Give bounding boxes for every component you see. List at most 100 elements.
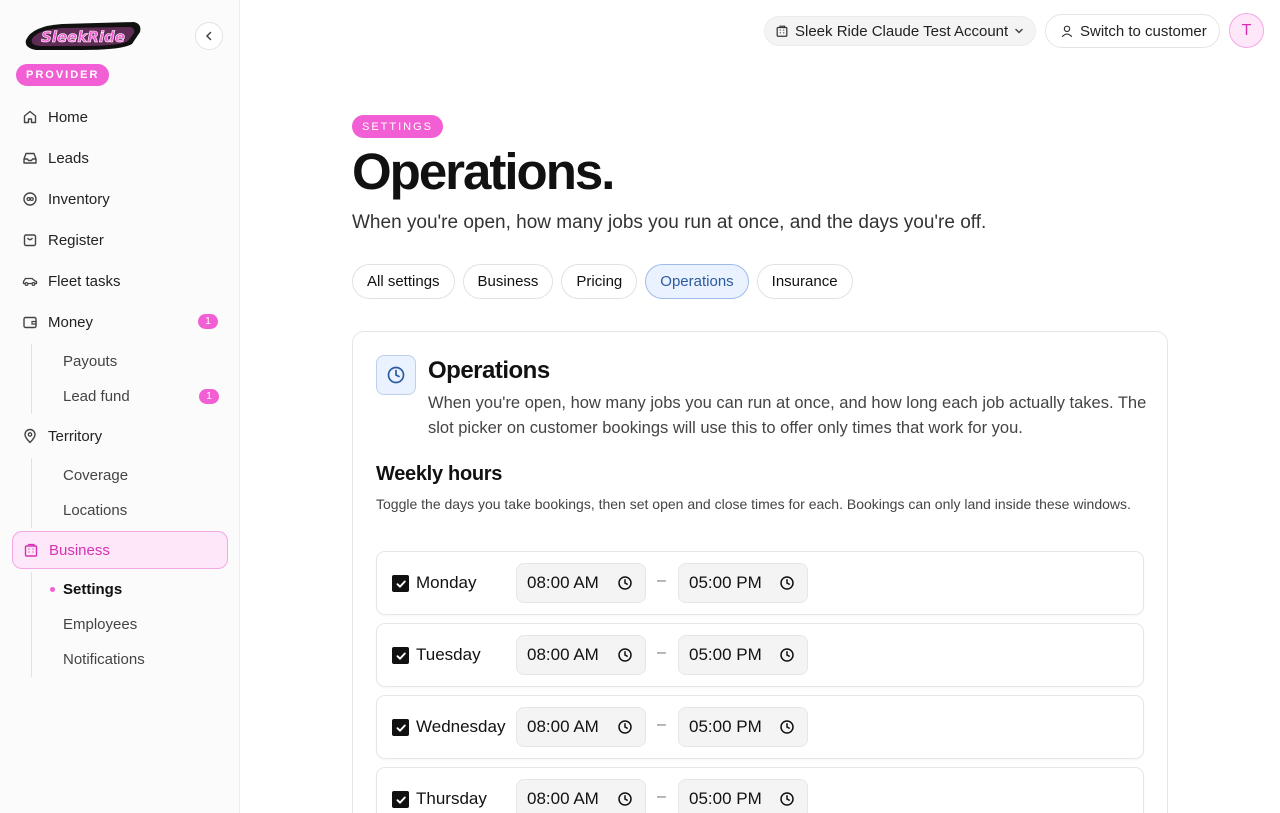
day-enabled-checkbox[interactable] xyxy=(392,791,409,808)
weekly-hours-title: Weekly hours xyxy=(376,463,503,485)
close-time-input[interactable]: 05:00 PM xyxy=(678,635,808,675)
clock-icon xyxy=(376,355,416,395)
notification-count-badge: 1 xyxy=(198,314,218,329)
time-value: 08:00 AM xyxy=(527,717,599,736)
day-row-wednesday: Wednesday 08:00 AM – 05:00 PM xyxy=(376,695,1144,759)
sidebar-item-lead-fund[interactable]: Lead fund 1 xyxy=(32,379,228,414)
sidebar-item-employees[interactable]: Employees xyxy=(32,607,228,642)
money-subnav: Payouts Lead fund 1 xyxy=(31,344,228,414)
sidebar-item-label: Lead fund xyxy=(63,388,130,405)
inbox-icon xyxy=(22,150,38,166)
time-range-separator: – xyxy=(657,788,666,805)
car-icon xyxy=(22,273,38,289)
day-row-tuesday: Tuesday 08:00 AM – 05:00 PM xyxy=(376,623,1144,687)
chevron-left-icon xyxy=(205,31,212,41)
clock-icon xyxy=(779,791,795,807)
time-range-separator: – xyxy=(657,572,666,589)
tab-insurance[interactable]: Insurance xyxy=(756,264,853,299)
sidebar-item-label: Payouts xyxy=(63,353,118,370)
tab-business[interactable]: Business xyxy=(462,264,554,299)
sidebar-item-business[interactable]: Business xyxy=(12,531,228,569)
user-icon xyxy=(1060,24,1074,38)
card-title: Operations xyxy=(428,357,550,384)
tab-operations[interactable]: Operations xyxy=(645,264,749,299)
checkmark-icon xyxy=(396,724,406,732)
sleekride-logo[interactable]: SleekRide xyxy=(22,18,144,54)
day-enabled-checkbox[interactable] xyxy=(392,575,409,592)
operations-card: Operations When you're open, how many jo… xyxy=(352,331,1168,813)
day-enabled-checkbox[interactable] xyxy=(392,647,409,664)
sidebar-item-label: Fleet tasks xyxy=(48,272,121,290)
close-time-input[interactable]: 05:00 PM xyxy=(678,707,808,747)
sidebar-item-label: Leads xyxy=(48,149,89,167)
sidebar-item-label: Territory xyxy=(48,427,103,445)
time-range-separator: – xyxy=(657,716,666,733)
card-description: When you're open, how many jobs you can … xyxy=(428,394,1147,437)
open-time-input[interactable]: 08:00 AM xyxy=(516,779,646,813)
day-name: Tuesday xyxy=(416,645,481,664)
map-pin-icon xyxy=(22,428,38,444)
sidebar: SleekRide PROVIDER Home Leads Inventory … xyxy=(0,0,240,813)
sidebar-item-territory[interactable]: Territory xyxy=(12,417,228,455)
territory-subnav: Coverage Locations xyxy=(31,458,228,528)
sidebar-item-settings[interactable]: Settings xyxy=(32,572,228,607)
switch-to-customer-button[interactable]: Switch to customer xyxy=(1045,14,1220,48)
collapse-sidebar-button[interactable] xyxy=(195,22,223,50)
open-time-input[interactable]: 08:00 AM xyxy=(516,707,646,747)
sidebar-item-fleet-tasks[interactable]: Fleet tasks xyxy=(12,262,228,300)
page-title: Operations. xyxy=(352,143,615,200)
close-time-input[interactable]: 05:00 PM xyxy=(678,563,808,603)
business-subnav: Settings Employees Notifications xyxy=(31,572,228,677)
switch-button-label: Switch to customer xyxy=(1080,22,1207,40)
day-row-thursday: Thursday 08:00 AM – 05:00 PM xyxy=(376,767,1144,813)
sidebar-item-label: Coverage xyxy=(63,467,129,484)
building-icon xyxy=(775,24,789,38)
building-icon xyxy=(23,542,39,558)
user-avatar[interactable]: T xyxy=(1229,13,1264,48)
settings-tabs: All settings Business Pricing Operations… xyxy=(352,264,861,299)
sidebar-item-inventory[interactable]: Inventory xyxy=(12,180,228,218)
open-time-input[interactable]: 08:00 AM xyxy=(516,635,646,675)
notification-count-badge: 1 xyxy=(199,389,219,404)
clock-icon xyxy=(779,647,795,663)
home-icon xyxy=(22,109,38,125)
sidebar-item-locations[interactable]: Locations xyxy=(32,493,228,528)
sidebar-item-leads[interactable]: Leads xyxy=(12,139,228,177)
close-time-input[interactable]: 05:00 PM xyxy=(678,779,808,813)
active-indicator-dot xyxy=(50,587,55,592)
sidebar-item-coverage[interactable]: Coverage xyxy=(32,458,228,493)
day-name: Wednesday xyxy=(416,717,506,736)
shopping-bag-icon xyxy=(22,232,38,248)
time-value: 05:00 PM xyxy=(689,789,762,808)
clock-icon xyxy=(617,647,633,663)
time-value: 05:00 PM xyxy=(689,717,762,736)
sidebar-item-label: Notifications xyxy=(63,651,145,668)
sidebar-item-label: Inventory xyxy=(48,190,110,208)
checkmark-icon xyxy=(396,580,406,588)
inventory-icon xyxy=(22,191,38,207)
settings-tag: SETTINGS xyxy=(352,115,444,138)
clock-icon xyxy=(617,719,633,735)
sidebar-item-label: Locations xyxy=(63,502,128,519)
sidebar-item-notifications[interactable]: Notifications xyxy=(32,642,228,677)
sidebar-item-home[interactable]: Home xyxy=(12,98,228,136)
weekly-hours-description: Toggle the days you take bookings, then … xyxy=(376,496,1131,512)
day-name: Monday xyxy=(416,573,477,592)
clock-icon xyxy=(617,575,633,591)
page-subtitle: When you're open, how many jobs you run … xyxy=(352,212,987,233)
account-selector[interactable]: Sleek Ride Claude Test Account xyxy=(764,16,1036,46)
day-name: Thursday xyxy=(416,789,487,808)
time-value: 08:00 AM xyxy=(527,789,599,808)
day-enabled-checkbox[interactable] xyxy=(392,719,409,736)
provider-badge: PROVIDER xyxy=(16,64,110,86)
sidebar-item-label: Employees xyxy=(63,616,138,633)
sidebar-item-payouts[interactable]: Payouts xyxy=(32,344,228,379)
sidebar-item-money[interactable]: Money 1 xyxy=(12,303,228,341)
tab-pricing[interactable]: Pricing xyxy=(561,264,638,299)
clock-icon xyxy=(617,791,633,807)
tab-all-settings[interactable]: All settings xyxy=(352,264,455,299)
sidebar-item-label: Settings xyxy=(63,581,123,598)
sidebar-item-register[interactable]: Register xyxy=(12,221,228,259)
sidebar-item-label: Register xyxy=(48,231,104,249)
open-time-input[interactable]: 08:00 AM xyxy=(516,563,646,603)
